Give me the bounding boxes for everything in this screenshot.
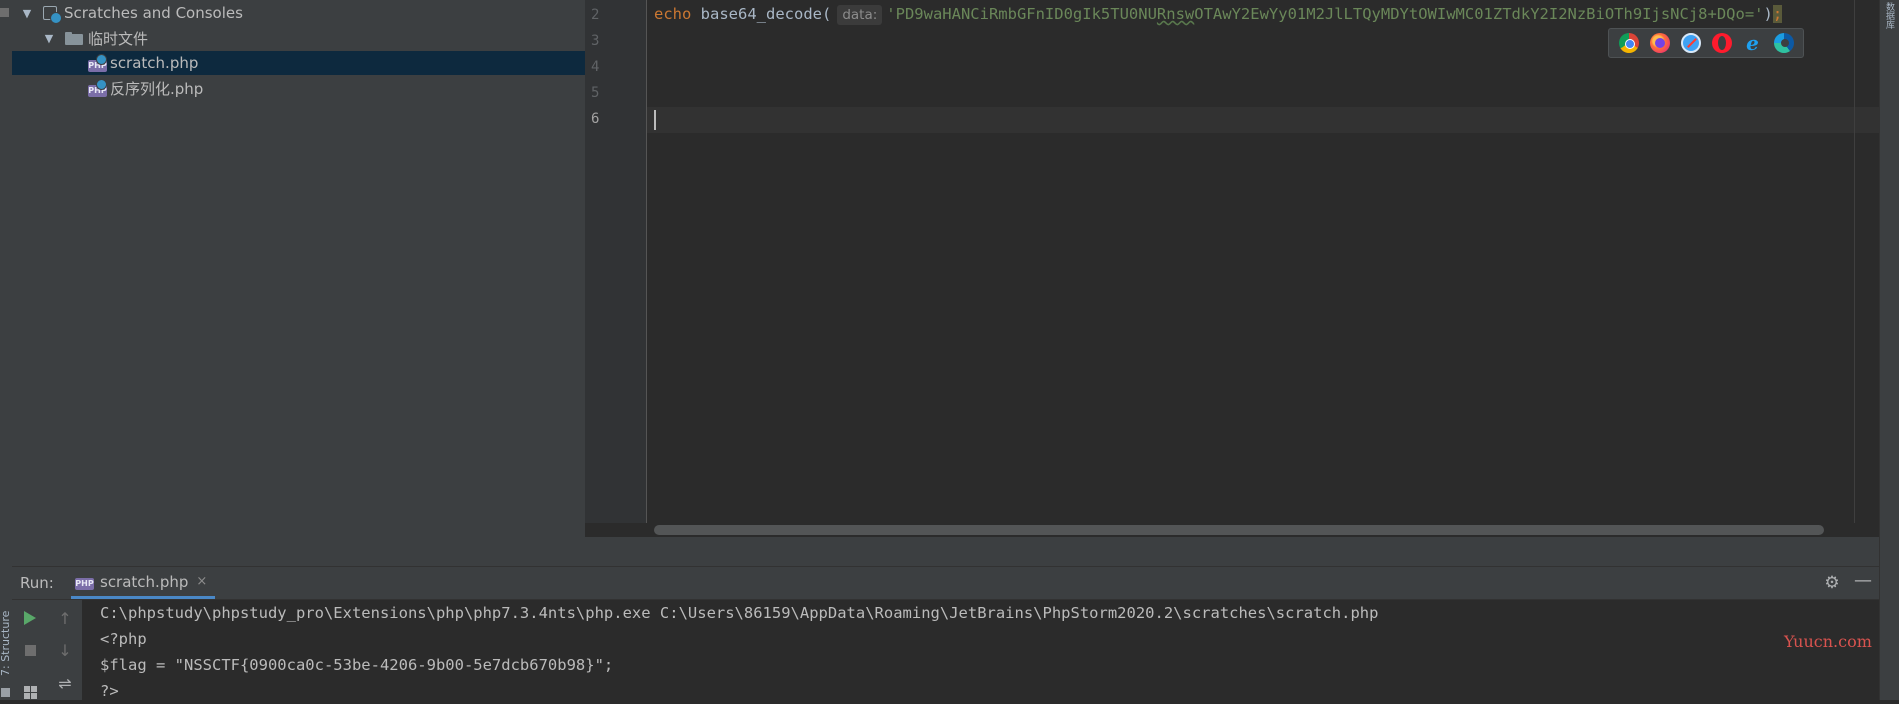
- project-tree-panel: ▼ Scratches and Consoles ▼ 临时文件 PHP scra…: [12, 0, 586, 566]
- browser-open-popup: e: [1608, 28, 1804, 58]
- line-number: 4: [591, 59, 600, 75]
- line-number: 3: [591, 33, 600, 49]
- caret-row-highlight: [647, 107, 1879, 133]
- text-caret: [654, 110, 656, 130]
- console-line: $flag = "NSSCTF{0900ca0c-53be-4206-9b00-…: [100, 656, 614, 674]
- tree-item-label: 临时文件: [88, 29, 149, 48]
- code-editor[interactable]: echo base64_decode( data: 'PD9waHANCiRmbGF…: [647, 0, 1879, 535]
- chevron-down-icon[interactable]: ▼: [21, 7, 33, 20]
- echo-keyword: echo: [654, 5, 692, 23]
- edge-icon[interactable]: [1773, 33, 1794, 53]
- string-literal-part: OTAwY2EwYy01M2JlLTQyMDYtOWIwMC01ZTdkY2I2…: [1194, 5, 1764, 23]
- string-literal-part: 'PD9waHANCiRmbGFnID0gIk5TU0NU: [886, 5, 1157, 23]
- line-number: 2: [591, 7, 600, 23]
- run-label: Run:: [20, 574, 54, 592]
- layout-icon[interactable]: [1, 688, 10, 697]
- rerun-button[interactable]: [20, 608, 40, 628]
- tree-item-label: 反序列化.php: [110, 79, 204, 98]
- close-paren: ): [1763, 5, 1773, 23]
- right-margin-guide: [1854, 0, 1855, 535]
- ie-icon[interactable]: e: [1743, 33, 1763, 53]
- up-arrow-icon[interactable]: ↑: [55, 608, 75, 628]
- structure-tool-tab[interactable]: 7: Structure: [0, 606, 12, 676]
- code-line-2[interactable]: echo base64_decode( data: 'PD9waHANCiRmbGF…: [654, 1, 1783, 27]
- close-icon[interactable]: ×: [196, 574, 207, 589]
- layout-icon[interactable]: [20, 682, 40, 702]
- chrome-icon[interactable]: [1618, 33, 1639, 53]
- editor-gutter[interactable]: 2 3 4 5 6: [585, 0, 647, 535]
- run-tab-label: scratch.php: [100, 572, 189, 591]
- horizontal-scrollbar-thumb[interactable]: [654, 525, 1824, 535]
- string-literal-typo: Rnsw: [1156, 5, 1195, 23]
- line-number-current: 6: [591, 111, 600, 127]
- stop-icon: [24, 644, 36, 656]
- tree-item-deserialize-php[interactable]: PHP 反序列化.php: [12, 76, 585, 100]
- right-tool-stripe: 数据库: [1879, 0, 1899, 700]
- scratches-icon: [43, 5, 62, 24]
- tree-item-temp-folder[interactable]: ▼ 临时文件: [12, 26, 585, 50]
- chevron-down-icon[interactable]: ▼: [43, 32, 55, 45]
- tree-item-label: scratch.php: [110, 54, 199, 72]
- database-tool-tab[interactable]: 数据库: [1883, 2, 1896, 29]
- function-name: base64_decode(: [700, 5, 832, 23]
- tree-item-label: Scratches and Consoles: [64, 4, 243, 22]
- semicolon: ;: [1772, 5, 1783, 23]
- run-console-output[interactable]: C:\phpstudy\phpstudy_pro\Extensions\php\…: [82, 600, 1879, 700]
- stop-button[interactable]: [20, 640, 40, 660]
- firefox-icon[interactable]: [1649, 33, 1670, 53]
- console-line: C:\phpstudy\phpstudy_pro\Extensions\php\…: [100, 604, 1379, 622]
- php-file-icon: PHP: [75, 578, 94, 590]
- run-tab-scratch-php[interactable]: PHP scratch.php ×: [71, 567, 216, 599]
- php-file-icon: PHP: [88, 78, 107, 98]
- folder-icon: [65, 31, 83, 45]
- line-number: 5: [591, 85, 600, 101]
- watermark: Yuucn.com: [1784, 632, 1872, 651]
- console-line: ?>: [100, 682, 119, 700]
- run-toolbar: ↑ ↓ ⇌: [12, 600, 82, 700]
- project-tool-icon[interactable]: [0, 8, 9, 17]
- run-panel-header: Run: PHP scratch.php × ⚙ —: [12, 566, 1879, 600]
- minimize-icon[interactable]: —: [1854, 572, 1872, 590]
- tree-item-scratch-php[interactable]: PHP scratch.php: [12, 51, 585, 75]
- play-icon: [24, 611, 36, 625]
- gear-icon[interactable]: ⚙: [1823, 574, 1841, 592]
- safari-icon[interactable]: [1680, 33, 1701, 53]
- opera-icon[interactable]: [1711, 33, 1732, 53]
- console-line: <?php: [100, 630, 147, 648]
- tree-item-scratches-and-consoles[interactable]: ▼ Scratches and Consoles: [12, 1, 585, 25]
- down-arrow-icon[interactable]: ↓: [55, 640, 75, 660]
- editor-bottom-area: [585, 537, 1879, 566]
- parameter-hint: data:: [837, 5, 883, 25]
- soft-wrap-icon[interactable]: ⇌: [55, 673, 75, 693]
- php-file-icon: PHP: [88, 53, 107, 73]
